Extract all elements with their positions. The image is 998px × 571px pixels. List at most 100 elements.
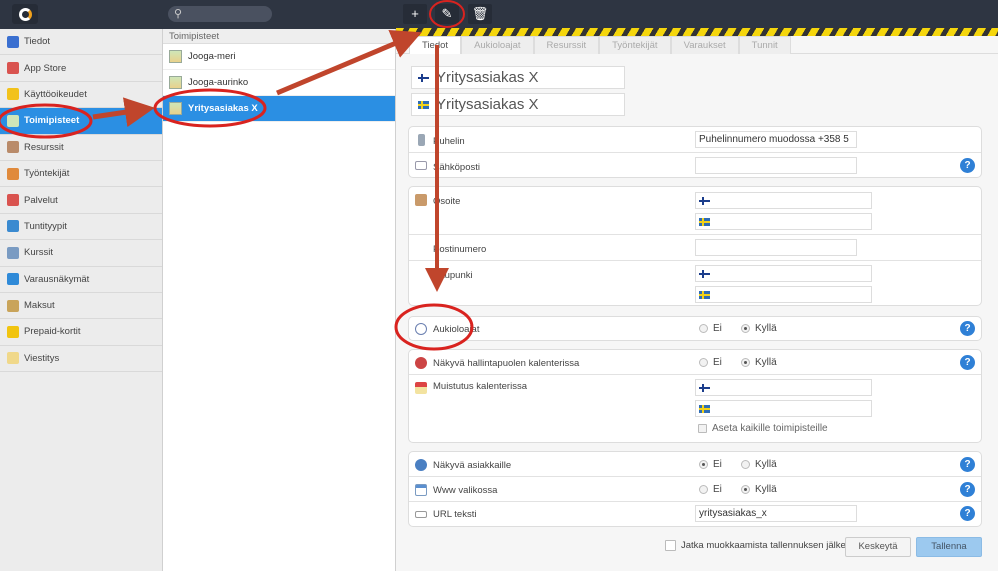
name-fi-input[interactable]: Yritysasiakas X bbox=[411, 66, 625, 89]
store-icon bbox=[7, 62, 19, 75]
sidebar-item-toimipisteet[interactable]: Toimipisteet bbox=[0, 108, 162, 135]
set-all-checkbox[interactable]: Aseta kaikille toimipisteille bbox=[698, 423, 828, 434]
calendar-section: Näkyvä hallintapuolen kalenterissa Ei Ky… bbox=[408, 349, 982, 443]
sidebar-item-tiedot[interactable]: Tiedot bbox=[0, 29, 162, 56]
sidebar-item-ty-ntekij-t[interactable]: Työntekijät bbox=[0, 161, 162, 188]
help-icon[interactable]: ? bbox=[960, 321, 975, 336]
list-item[interactable]: Yritysasiakas X bbox=[163, 96, 395, 122]
app-logo[interactable] bbox=[12, 4, 38, 24]
opening-hours-section: Aukioloajat Ei Kyllä ? bbox=[408, 316, 982, 341]
tab-aukioloajat[interactable]: Aukioloajat bbox=[461, 36, 534, 54]
cancel-button[interactable]: Keskeytä bbox=[845, 537, 911, 557]
delete-button[interactable]: 🗑 bbox=[468, 4, 492, 24]
list-item-label: Jooga-aurinko bbox=[188, 77, 249, 88]
admin-cal-yes-radio[interactable]: Kyllä bbox=[741, 357, 777, 368]
save-button[interactable]: Tallenna bbox=[916, 537, 982, 557]
city-sv-input[interactable] bbox=[695, 286, 872, 303]
swedish-flag-icon bbox=[699, 405, 710, 413]
tab-ty-ntekij-t[interactable]: Työntekijät bbox=[599, 36, 671, 54]
list-item[interactable]: Jooga-aurinko bbox=[163, 70, 395, 96]
name-sv-input[interactable]: Yritysasiakas X bbox=[411, 93, 625, 116]
swedish-flag-icon bbox=[699, 291, 710, 299]
radio-label: Kyllä bbox=[755, 357, 777, 368]
name-sv-value: Yritysasiakas X bbox=[436, 96, 539, 113]
sidebar-item-label: Prepaid-kortit bbox=[24, 326, 81, 338]
help-icon[interactable]: ? bbox=[960, 482, 975, 497]
radio-label: Ei bbox=[713, 323, 722, 334]
opening-yes-radio[interactable]: Kyllä bbox=[741, 323, 777, 334]
sidebar-item-app-store[interactable]: App Store bbox=[0, 55, 162, 82]
tab-tunnit[interactable]: Tunnit bbox=[738, 36, 791, 54]
help-icon[interactable]: ? bbox=[960, 457, 975, 472]
calendar-reminder-icon bbox=[415, 382, 427, 394]
reminder-row: Muistutus kalenterissa Aseta kaikille to… bbox=[409, 375, 981, 442]
edit-mode-stripe bbox=[396, 28, 998, 36]
address-fi-input[interactable] bbox=[695, 192, 872, 209]
info-icon bbox=[7, 35, 19, 48]
url-label: URL teksti bbox=[433, 509, 477, 520]
sidebar-item-maksut[interactable]: Maksut bbox=[0, 293, 162, 320]
finnish-flag-icon bbox=[418, 73, 429, 82]
sidebar-item-viestitys[interactable]: Viestitys bbox=[0, 346, 162, 373]
tab-bar: Tiedot Aukioloajat Resurssit Työntekijät Var… bbox=[396, 36, 998, 54]
admin-calendar-label: Näkyvä hallintapuolen kalenterissa bbox=[433, 358, 580, 369]
course-icon bbox=[7, 246, 19, 259]
name-fi-value: Yritysasiakas X bbox=[436, 69, 539, 86]
list-item[interactable]: Jooga-meri bbox=[163, 44, 395, 70]
continue-editing-checkbox[interactable]: Jatka muokkaamista tallennuksen jälkeen bbox=[665, 540, 856, 551]
sidebar-item-kurssit[interactable]: Kurssit bbox=[0, 240, 162, 267]
admin-cal-no-radio[interactable]: Ei bbox=[699, 357, 722, 368]
tab-varaukset[interactable]: Varaukset bbox=[670, 36, 739, 54]
sidebar-item-k-ytt-oikeudet[interactable]: Käyttöoikeudet bbox=[0, 82, 162, 109]
eye-calendar-icon bbox=[415, 357, 427, 369]
help-icon[interactable]: ? bbox=[960, 355, 975, 370]
www-no-radio[interactable]: Ei bbox=[699, 484, 722, 495]
add-button[interactable]: + bbox=[403, 4, 427, 24]
phone-input[interactable]: Puhelinnumero muodossa +358 5 bbox=[695, 131, 857, 148]
www-label: Www valikossa bbox=[433, 485, 498, 496]
house-icon bbox=[7, 141, 19, 154]
www-row: Www valikossa Ei Kyllä ? bbox=[409, 477, 981, 502]
postal-input[interactable] bbox=[695, 239, 857, 256]
tab-tiedot[interactable]: Tiedot bbox=[409, 36, 462, 54]
sidebar-item-varausn-kym-t[interactable]: Varausnäkymät bbox=[0, 267, 162, 293]
url-input[interactable]: yritysasiakas_x bbox=[695, 505, 857, 522]
chat-icon bbox=[7, 352, 19, 365]
help-icon[interactable]: ? bbox=[960, 158, 975, 173]
phone-icon bbox=[418, 134, 425, 146]
visible-customers-row: Näkyvä asiakkaille Ei Kyllä ? bbox=[409, 452, 981, 477]
reminder-label: Muistutus kalenterissa bbox=[433, 381, 527, 392]
email-input[interactable] bbox=[695, 157, 857, 174]
reminder-sv-input[interactable] bbox=[695, 400, 872, 417]
people-icon bbox=[7, 167, 19, 180]
list-header: Toimipisteet bbox=[163, 29, 395, 44]
finnish-flag-icon bbox=[699, 270, 710, 278]
sidebar-item-resurssit[interactable]: Resurssit bbox=[0, 135, 162, 161]
reminder-fi-input[interactable] bbox=[695, 379, 872, 396]
location-image-icon bbox=[7, 114, 19, 127]
address-sv-input[interactable] bbox=[695, 213, 872, 230]
radio-label: Ei bbox=[713, 459, 722, 470]
tab-resurssit[interactable]: Resurssit bbox=[533, 36, 600, 54]
radio-label: Kyllä bbox=[755, 459, 777, 470]
visible-no-radio[interactable]: Ei bbox=[699, 459, 722, 470]
sidebar-item-palvelut[interactable]: Palvelut bbox=[0, 187, 162, 214]
address-section: Osoite Postinumero Kaupunki bbox=[408, 186, 982, 306]
sidebar-item-tuntityypit[interactable]: Tuntityypit bbox=[0, 214, 162, 241]
radio-label: Ei bbox=[713, 357, 722, 368]
www-yes-radio[interactable]: Kyllä bbox=[741, 484, 777, 495]
visible-yes-radio[interactable]: Kyllä bbox=[741, 459, 777, 470]
opening-no-radio[interactable]: Ei bbox=[699, 323, 722, 334]
city-fi-input[interactable] bbox=[695, 265, 872, 282]
window-icon bbox=[415, 484, 427, 496]
location-image-icon bbox=[169, 102, 182, 115]
list-item-label: Jooga-meri bbox=[188, 51, 236, 62]
help-icon[interactable]: ? bbox=[960, 506, 975, 521]
search-input[interactable]: ⚲ bbox=[168, 6, 272, 22]
contact-section: Puhelin Puhelinnumero muodossa +358 5 Sä… bbox=[408, 126, 982, 178]
sidebar-item-label: Käyttöoikeudet bbox=[24, 88, 87, 100]
edit-button[interactable]: ✎ bbox=[435, 4, 459, 24]
url-row: URL teksti yritysasiakas_x ? bbox=[409, 502, 981, 526]
sidebar-item-prepaid-kortit[interactable]: Prepaid-kortit bbox=[0, 319, 162, 346]
globe-icon bbox=[7, 273, 19, 286]
